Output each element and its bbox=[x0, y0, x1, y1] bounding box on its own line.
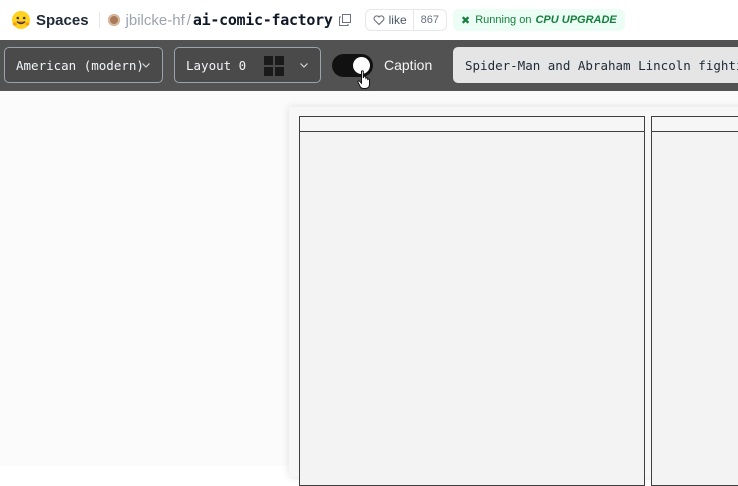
comic-page bbox=[289, 107, 738, 486]
story-prompt-input[interactable] bbox=[453, 47, 738, 83]
panel-caption-box bbox=[300, 117, 644, 132]
like-toggle[interactable]: like bbox=[366, 10, 414, 30]
status-hardware: CPU UPGRADE bbox=[535, 14, 617, 26]
layout-select[interactable]: Layout 0 bbox=[174, 47, 321, 83]
heart-icon bbox=[373, 15, 385, 26]
like-label: like bbox=[388, 13, 407, 27]
owner-link[interactable]: jbilcke-hf bbox=[126, 12, 185, 29]
copy-icon[interactable] bbox=[338, 14, 351, 26]
header-divider bbox=[98, 12, 100, 28]
caption-label[interactable]: Caption bbox=[384, 57, 432, 73]
space-name-link[interactable]: ai-comic-factory bbox=[193, 11, 333, 29]
comic-canvas bbox=[0, 91, 738, 486]
path-separator: / bbox=[186, 11, 191, 29]
style-select-value: American (modern) bbox=[16, 57, 144, 73]
chevron-down-icon bbox=[142, 63, 150, 68]
comic-panel-1[interactable] bbox=[299, 116, 645, 486]
comic-panel-2[interactable] bbox=[651, 116, 738, 486]
panel-caption-box bbox=[652, 117, 738, 132]
hugging-face-logo-icon[interactable] bbox=[11, 10, 31, 30]
layout-grid-icon bbox=[264, 56, 284, 76]
space-header: Spaces jbilcke-hf / ai-comic-factory lik… bbox=[0, 0, 738, 40]
spaces-link[interactable]: Spaces bbox=[36, 12, 89, 29]
like-count[interactable]: 867 bbox=[414, 14, 446, 26]
style-select[interactable]: American (modern) bbox=[4, 47, 163, 83]
chevron-down-icon bbox=[300, 63, 308, 68]
owner-avatar[interactable] bbox=[107, 14, 120, 26]
layout-select-value: Layout 0 bbox=[186, 57, 247, 73]
hand-pointer-icon bbox=[357, 70, 370, 89]
like-button[interactable]: like 867 bbox=[364, 9, 447, 31]
status-badge[interactable]: ✖ Running on CPU UPGRADE bbox=[452, 9, 625, 31]
hammer-icon: ✖ bbox=[460, 14, 471, 27]
status-text: Running on bbox=[475, 14, 532, 26]
